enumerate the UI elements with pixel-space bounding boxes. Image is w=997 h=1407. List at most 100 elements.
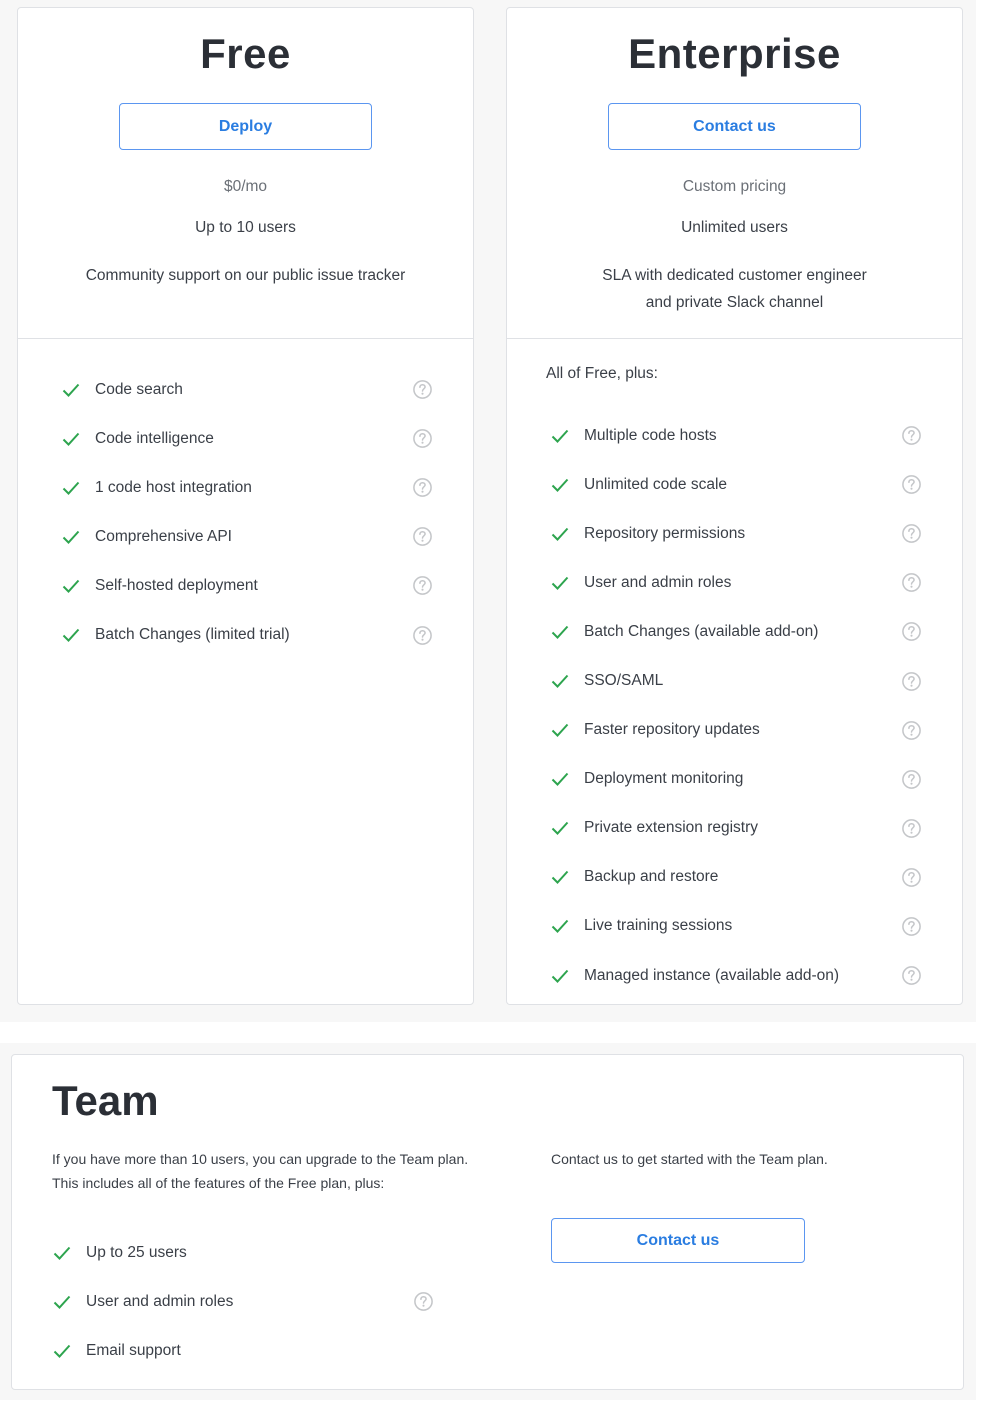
feature-label: Deployment monitoring	[584, 770, 744, 788]
check-icon	[62, 383, 80, 397]
feature-item: Private extension registry	[550, 804, 922, 853]
feature-label: Comprehensive API	[95, 527, 232, 545]
feature-item: Code intelligence	[61, 414, 433, 463]
plan-users: Up to 10 users	[195, 219, 296, 236]
plan-title: Free	[200, 30, 291, 77]
feature-item: Self-hosted deployment	[61, 561, 433, 610]
feature-label: Backup and restore	[584, 868, 719, 886]
team-section: Team If you have more than 10 users, you…	[0, 1043, 976, 1400]
check-icon	[551, 723, 569, 738]
check-icon	[551, 674, 569, 688]
feature-label: SSO/SAML	[584, 672, 664, 690]
help-icon[interactable]	[901, 867, 922, 888]
feature-item: Managed instance (available add-on)	[550, 951, 922, 1000]
help-icon[interactable]	[901, 671, 922, 692]
feature-item: 1 code host integration	[61, 463, 433, 512]
check-icon	[62, 530, 80, 544]
team-cta-text: Contact us to get started with the Team …	[551, 1151, 828, 1167]
feature-label: Up to 25 users	[86, 1243, 187, 1261]
feature-item: User and admin roles	[52, 1277, 434, 1326]
feature-label: Email support	[86, 1341, 181, 1359]
feature-item: Email support	[52, 1326, 434, 1375]
check-icon	[53, 1344, 71, 1358]
feature-label: Batch Changes (limited trial)	[95, 626, 290, 644]
plan-price: $0/mo	[223, 178, 268, 195]
help-icon[interactable]	[901, 523, 922, 544]
feature-item: SSO/SAML	[550, 656, 922, 705]
feature-intro: All of Free, plus:	[546, 365, 658, 382]
check-icon	[551, 625, 569, 639]
help-icon[interactable]	[412, 575, 433, 596]
feature-item: Backup and restore	[550, 853, 922, 902]
feature-list: Code search Code intelligence 1 code host …	[18, 339, 473, 660]
check-icon	[62, 432, 80, 446]
help-icon[interactable]	[901, 818, 922, 839]
check-icon	[551, 527, 569, 541]
plan-users: Unlimited users	[681, 219, 788, 236]
deploy-button[interactable]: Deploy	[119, 103, 372, 150]
help-icon[interactable]	[901, 425, 922, 446]
help-icon[interactable]	[412, 428, 433, 449]
feature-label: User and admin roles	[584, 573, 732, 591]
plan-card-header: Enterprise Contact us Custom pricing Unl…	[507, 8, 962, 339]
feature-item: Live training sessions	[550, 902, 922, 951]
feature-list: Multiple code hosts Unlimited code scale R…	[507, 397, 962, 1000]
feature-label: Code intelligence	[95, 429, 214, 447]
help-icon[interactable]	[901, 572, 922, 593]
help-icon[interactable]	[901, 474, 922, 495]
feature-item: Code search	[61, 365, 433, 414]
feature-item: Batch Changes (limited trial)	[61, 610, 433, 659]
feature-label: Private extension registry	[584, 819, 759, 837]
plan-card-enterprise: Enterprise Contact us Custom pricing Unl…	[506, 7, 963, 1005]
feature-label: Code search	[95, 380, 183, 398]
feature-label: Repository permissions	[584, 524, 746, 542]
check-icon	[551, 920, 569, 934]
check-icon	[551, 478, 569, 492]
help-icon[interactable]	[413, 1291, 434, 1312]
help-icon[interactable]	[412, 477, 433, 498]
check-icon	[62, 481, 80, 495]
feature-label: Batch Changes (available add-on)	[584, 622, 819, 640]
help-icon[interactable]	[412, 526, 433, 547]
check-icon	[53, 1295, 71, 1309]
feature-item: Unlimited code scale	[550, 460, 922, 509]
plan-support: Community support on our public issue tr…	[85, 267, 406, 284]
check-icon	[551, 871, 569, 885]
help-icon[interactable]	[901, 621, 922, 642]
feature-label: User and admin roles	[86, 1292, 234, 1310]
feature-item: Deployment monitoring	[550, 755, 922, 804]
help-icon[interactable]	[412, 379, 433, 400]
plans-section: Free Deploy $0/mo Up to 10 users Communi…	[0, 0, 976, 1022]
feature-item: User and admin roles	[550, 558, 922, 607]
check-icon	[551, 773, 569, 787]
feature-label: Unlimited code scale	[584, 475, 728, 493]
help-icon[interactable]	[901, 916, 922, 937]
help-icon[interactable]	[901, 965, 922, 986]
feature-label: Multiple code hosts	[584, 426, 717, 444]
plan-price: Custom pricing	[682, 178, 787, 195]
feature-item: Repository permissions	[550, 509, 922, 558]
feature-item: Batch Changes (available add-on)	[550, 607, 922, 656]
check-icon	[551, 969, 569, 983]
feature-label: Self-hosted deployment	[95, 576, 258, 594]
contact-us-button[interactable]: Contact us	[551, 1218, 805, 1263]
plan-support-line: and private Slack channel	[645, 294, 824, 311]
plan-title: Enterprise	[628, 30, 841, 77]
check-icon	[551, 576, 569, 590]
help-icon[interactable]	[412, 625, 433, 646]
feature-label: Faster repository updates	[584, 721, 760, 739]
check-icon	[62, 628, 80, 642]
plan-card-team: Team If you have more than 10 users, you…	[11, 1054, 964, 1390]
plan-title: Team	[52, 1077, 159, 1124]
contact-us-button[interactable]: Contact us	[608, 103, 861, 150]
check-icon	[551, 822, 569, 836]
help-icon[interactable]	[901, 720, 922, 741]
feature-item: Faster repository updates	[550, 706, 922, 755]
feature-label: 1 code host integration	[95, 478, 252, 496]
feature-item: Multiple code hosts	[550, 411, 922, 460]
help-icon[interactable]	[901, 769, 922, 790]
plan-support-line: SLA with dedicated customer engineer	[602, 267, 867, 284]
plan-card-header: Free Deploy $0/mo Up to 10 users Communi…	[18, 8, 473, 339]
feature-label: Live training sessions	[584, 917, 733, 935]
plan-support: SLA with dedicated customer engineer and…	[507, 262, 962, 316]
